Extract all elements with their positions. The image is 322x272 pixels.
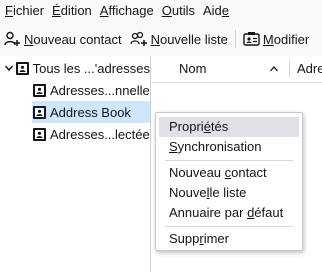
menu-fichier[interactable]: Fichier [0,0,48,22]
menu-item-new-contact[interactable]: Nouveau contact [159,163,299,183]
tree-label: Tous les ...'adresses [32,60,150,76]
menu-divider [165,226,293,227]
new-contact-button[interactable]: Nouveau contact [0,26,126,52]
menu-item-default-addressbook[interactable]: Annuaire par défaut [159,203,299,223]
tree-row-collected-addresses[interactable]: Adresses...lectées [32,123,150,145]
menu-outils[interactable]: Outils [158,0,199,22]
chevron-up-icon [269,56,279,82]
address-book-tree[interactable]: Tous les ...'adresses Adresses...nnelles… [0,56,151,272]
tree-row-personal-addressbook[interactable]: Adresses...nnelles [32,79,150,101]
menubar: Fichier Édition Affichage Outils Aide [0,0,322,22]
context-menu: Propriétés Synchronisation Nouveau conta… [155,112,303,251]
menu-item-delete[interactable]: Supprimer [159,229,299,249]
new-contact-icon [4,31,20,46]
toolbar-separator [234,30,236,48]
menu-aide[interactable]: Aide [199,0,233,22]
toolbar: Nouveau contact Nouvelle liste Modifier [0,24,322,54]
column-header-address[interactable]: Adre [297,56,322,82]
column-header: Nom Adre [151,56,322,83]
address-book-icon [32,83,47,98]
menu-item-new-list[interactable]: Nouvelle liste [159,183,299,203]
column-separator[interactable] [289,61,290,77]
tree-label: Adresses...lectées [50,126,151,142]
chevron-down-icon[interactable] [4,57,15,79]
address-book-icon [32,127,47,142]
menu-divider [165,160,293,161]
menu-item-synchronize[interactable]: Synchronisation [159,137,299,157]
address-book-icon [15,61,30,76]
edit-button[interactable]: Modifier [239,26,313,52]
menu-affichage[interactable]: Affichage [96,0,158,22]
address-book-icon [32,105,47,120]
menu-item-properties[interactable]: Propriétés [159,117,299,137]
new-list-icon [129,31,147,46]
tree-row-all-addressbooks[interactable]: Tous les ...'adresses [4,57,150,79]
new-list-button[interactable]: Nouvelle liste [126,26,232,52]
tree-row-address-book[interactable]: Address Book [32,101,150,123]
tree-label: Adresses...nnelles [50,82,151,98]
column-header-name[interactable]: Nom [179,56,206,82]
tree-label: Address Book [50,104,131,120]
contact-card-icon [243,32,260,46]
menu-edition[interactable]: Édition [48,0,96,22]
